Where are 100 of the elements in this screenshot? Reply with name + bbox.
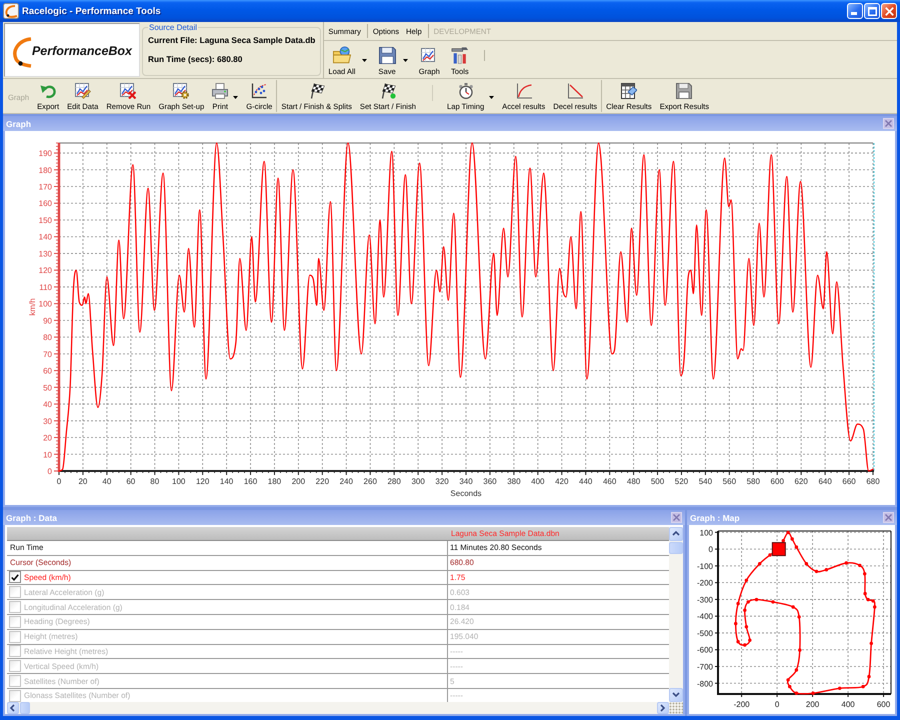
- panel-title: Graph: [5, 118, 32, 128]
- tick-label: 30: [43, 416, 52, 426]
- tick-label: 110: [39, 282, 52, 292]
- tick-label: 240: [340, 477, 353, 486]
- track-point: [794, 545, 798, 549]
- tick-label: 120: [196, 477, 210, 486]
- tick-label: 10: [43, 450, 52, 460]
- track-point: [782, 539, 785, 542]
- scrollbar-thumb[interactable]: [20, 702, 30, 714]
- track-point: [744, 578, 748, 582]
- minimize-button[interactable]: [847, 3, 863, 19]
- vertical-scrollbar[interactable]: [669, 527, 683, 702]
- tick-label: 20: [78, 477, 88, 486]
- position-marker-icon: [772, 542, 786, 556]
- tick-label: 150: [38, 216, 52, 225]
- tick-label: 340: [459, 477, 473, 486]
- tick-label: 40: [102, 477, 112, 486]
- close-button[interactable]: [883, 118, 894, 129]
- tick-label: 100: [172, 477, 186, 486]
- track-point: [786, 678, 790, 682]
- tick-label: -200: [696, 578, 713, 588]
- tick-label: 40: [43, 400, 52, 410]
- scrollbar-thumb[interactable]: [669, 542, 683, 554]
- folder-icon: [332, 46, 351, 64]
- track-point: [744, 625, 748, 628]
- table-eraser-icon: [620, 83, 637, 99]
- curved-arrow-icon: [40, 83, 56, 99]
- checkbox[interactable]: [9, 645, 21, 658]
- tick-label: 600: [876, 700, 890, 709]
- track-point: [797, 615, 801, 619]
- falling-line-icon: [567, 83, 584, 99]
- scroll-down-button[interactable]: [669, 688, 683, 702]
- tick-label: 130: [38, 249, 52, 258]
- close-icon: [885, 514, 892, 521]
- checkbox[interactable]: [9, 675, 21, 688]
- source-detail-text: Run Time (secs): 680.80: [148, 54, 244, 64]
- scroll-right-button[interactable]: [657, 702, 669, 714]
- tick-label: 400: [531, 477, 544, 486]
- chevron-left-icon: [9, 704, 17, 712]
- checkbox[interactable]: [9, 601, 21, 614]
- close-button[interactable]: [883, 512, 894, 523]
- close-button[interactable]: [671, 512, 682, 523]
- maximize-icon: [868, 6, 876, 16]
- tick-label: 100: [38, 300, 52, 309]
- tick-label: 500: [650, 477, 664, 486]
- swoosh-icon: [12, 36, 32, 68]
- checkbox[interactable]: [9, 586, 21, 598]
- chevron-right-icon: [659, 704, 667, 712]
- tick-label: 60: [43, 366, 52, 376]
- tick-label: -400: [696, 612, 713, 622]
- tick-label: 440: [579, 477, 592, 486]
- tick-label: 660: [842, 477, 856, 486]
- tick-label: 90: [43, 316, 52, 326]
- checkbox[interactable]: [9, 571, 21, 584]
- tick-label: 0: [56, 477, 62, 486]
- stopwatch-icon: [458, 83, 474, 99]
- track-point: [873, 605, 876, 609]
- scroll-left-button[interactable]: [7, 702, 19, 714]
- checkmark-icon: [11, 574, 19, 581]
- tick-label: 300: [411, 477, 425, 486]
- tick-label: 640: [818, 477, 832, 486]
- close-icon: [884, 6, 894, 16]
- tick-label: 0: [708, 545, 713, 554]
- track-point: [824, 568, 828, 572]
- track-point: [748, 638, 752, 642]
- maximize-button[interactable]: [864, 3, 880, 19]
- checkbox[interactable]: [9, 660, 21, 672]
- minimize-icon: [851, 12, 857, 15]
- track-point: [768, 553, 772, 557]
- source-detail-text: Current File: Laguna Seca Sample Data.db: [148, 35, 316, 45]
- track-point: [754, 598, 758, 602]
- track-point: [863, 572, 866, 576]
- tick-label: -600: [696, 646, 713, 655]
- scatter-plot-icon: [251, 83, 268, 99]
- checkbox[interactable]: [9, 616, 21, 628]
- tick-label: -500: [696, 628, 713, 638]
- tick-label: 120: [38, 266, 52, 276]
- tick-label: 200: [292, 477, 306, 486]
- tick-label: 620: [794, 477, 808, 486]
- tick-label: 190: [38, 149, 52, 158]
- checkbox[interactable]: [9, 690, 21, 702]
- tick-label: 560: [722, 477, 736, 486]
- tick-label: 200: [806, 700, 820, 709]
- chevron-down-icon: [672, 691, 680, 699]
- tick-label: 60: [126, 477, 136, 486]
- scroll-up-button[interactable]: [669, 527, 683, 541]
- size-grip[interactable]: [669, 702, 683, 714]
- checkbox[interactable]: [9, 630, 21, 643]
- horizontal-scrollbar[interactable]: [7, 702, 669, 714]
- track-point: [858, 564, 862, 568]
- tick-label: 100: [700, 528, 713, 538]
- track-point: [798, 648, 802, 652]
- track-point: [771, 600, 775, 604]
- track-point: [794, 692, 798, 695]
- close-icon: [885, 120, 892, 127]
- track-point: [743, 643, 746, 647]
- tick-label: 180: [268, 477, 282, 486]
- track-point: [861, 684, 865, 688]
- track-point: [743, 608, 746, 612]
- tick-label: 20: [43, 434, 52, 443]
